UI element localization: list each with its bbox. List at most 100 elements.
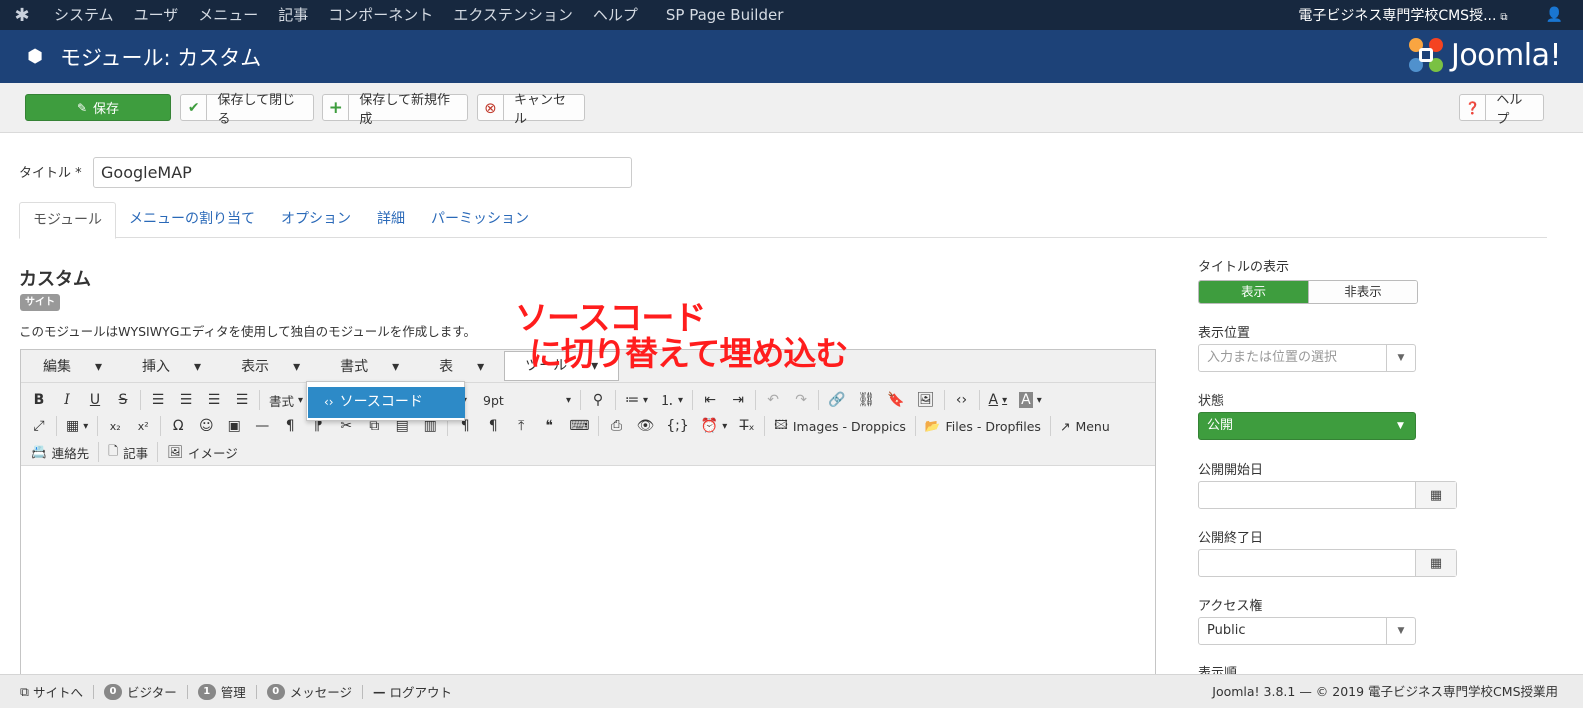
editor-content-area[interactable] xyxy=(21,467,1155,688)
align-right-icon[interactable]: ☰ xyxy=(200,388,228,412)
undo-icon[interactable]: ↶ xyxy=(759,388,787,412)
emoticon-icon[interactable]: ☺ xyxy=(192,414,220,438)
underline-icon[interactable]: U xyxy=(81,388,109,412)
menu-sp-page-builder[interactable]: SP Page Builder xyxy=(648,0,793,30)
show-option[interactable]: 表示 xyxy=(1199,281,1308,303)
indent-icon[interactable]: ⇥ xyxy=(724,388,752,412)
outdent-icon[interactable]: ⇤ xyxy=(696,388,724,412)
view-site-link[interactable]: ⧉ サイトへ xyxy=(10,683,94,700)
template-icon[interactable]: ⌨ xyxy=(563,414,595,438)
align-center-icon[interactable]: ☰ xyxy=(172,388,200,412)
menu-system[interactable]: システム xyxy=(44,0,124,30)
tab-permissions[interactable]: パーミッション xyxy=(418,202,542,238)
calendar-icon[interactable]: ▦ xyxy=(1415,550,1456,576)
fullscreen-icon[interactable]: ⤢ xyxy=(25,414,53,438)
joomla-icon[interactable]: ✱ xyxy=(0,0,44,30)
editor-menu-insert[interactable]: 挿入 ▾ xyxy=(122,356,221,376)
paste-icon[interactable]: ¶ xyxy=(276,414,304,438)
contact-button[interactable]: 📇 連絡先 xyxy=(25,440,95,464)
image-button[interactable]: 🖼 イメージ xyxy=(161,440,244,464)
top-navbar: ✱ システム ユーザ メニュー 記事 コンポーネント エクステンション ヘルプ … xyxy=(0,0,1583,30)
font-size-select[interactable]: 9pt ▾ xyxy=(477,388,577,412)
blockquote-icon[interactable]: ❝ xyxy=(535,414,563,438)
strikethrough-icon[interactable]: S xyxy=(109,388,137,412)
link-icon[interactable]: 🔗 xyxy=(822,388,851,412)
superscript-icon[interactable]: x² xyxy=(129,414,157,438)
logout-link[interactable]: — ログアウト xyxy=(363,684,462,700)
access-select[interactable]: Public ▼ xyxy=(1198,617,1416,645)
image-icon[interactable]: 🖼 xyxy=(911,388,941,412)
horizontal-rule-icon[interactable]: — xyxy=(248,414,276,438)
code-icon[interactable]: ‹› xyxy=(948,388,976,412)
redo-icon[interactable]: ↷ xyxy=(787,388,815,412)
image-label: イメージ xyxy=(188,445,238,461)
article-button[interactable]: 🗋 記事 xyxy=(102,440,154,464)
preview-icon[interactable]: 👁 xyxy=(630,414,660,438)
menu-button[interactable]: ↗ Menu xyxy=(1054,414,1116,438)
tab-menu-assignment[interactable]: メニューの割り当て xyxy=(116,202,268,238)
align-justify-icon[interactable]: ☰ xyxy=(228,388,256,412)
toolbar-divider xyxy=(914,416,916,436)
menu-extensions[interactable]: エクステンション xyxy=(443,0,583,30)
status-select[interactable]: 公開 ▼ xyxy=(1198,412,1416,440)
user-icon[interactable]: 👤 xyxy=(1526,7,1583,23)
editor-menu-view[interactable]: 表示 ▾ xyxy=(221,356,320,376)
cancel-button[interactable]: ⊗ キャンセル xyxy=(477,93,585,127)
site-link[interactable]: 電子ビジネス専門学校CMS授... ⧉ xyxy=(1298,5,1525,25)
tab-options[interactable]: オプション xyxy=(268,202,364,238)
publish-start-input[interactable]: ▦ xyxy=(1198,481,1457,509)
publish-end-input[interactable]: ▦ xyxy=(1198,549,1457,577)
position-select[interactable]: 入力または位置の選択 ▼ xyxy=(1198,344,1416,372)
menu-menus[interactable]: メニュー xyxy=(188,0,268,30)
bullet-list-icon[interactable]: ≔ ▾ xyxy=(619,388,654,412)
title-input[interactable]: GoogleMAP xyxy=(93,157,632,188)
visitors-link[interactable]: 0 ビジター xyxy=(94,683,188,700)
hide-option[interactable]: 非表示 xyxy=(1308,281,1417,303)
upload-icon[interactable]: ⤒ xyxy=(507,414,535,438)
wysiwyg-editor: 編集 ▾ 挿入 ▾ 表示 ▾ 書式 ▾ 表 ▾ ツール ▾ B I U S ☰ ☰ ☰ ☰ … xyxy=(20,349,1156,689)
editor-menu-view-label: 表示 xyxy=(241,359,270,375)
menu-users[interactable]: ユーザ xyxy=(124,0,189,30)
save-close-button[interactable]: ✔ 保存して閉じる xyxy=(180,93,314,127)
save-new-button[interactable]: + 保存して新規作成 xyxy=(322,93,468,127)
editor-menu-edit-label: 編集 xyxy=(43,359,71,375)
unlink-icon[interactable]: ⛓ xyxy=(852,388,882,412)
external-link-icon: ⧉ xyxy=(20,683,29,699)
subscript-icon[interactable]: x₂ xyxy=(101,414,129,438)
admins-link[interactable]: 1 管理 xyxy=(188,683,257,700)
caret-down-icon: ▾ xyxy=(95,359,103,375)
menu-help[interactable]: ヘルプ xyxy=(583,0,648,30)
images-droppics-button[interactable]: 🖾 Images - Droppics xyxy=(768,414,912,438)
datetime-icon[interactable]: ⏰ ▾ xyxy=(695,414,733,438)
visual-chars-icon[interactable]: ¶ xyxy=(479,414,507,438)
background-color-icon[interactable]: A ▾ xyxy=(1013,388,1048,412)
editor-menu-edit[interactable]: 編集 ▾ xyxy=(23,356,122,376)
tab-module[interactable]: モジュール xyxy=(19,202,117,239)
find-replace-icon[interactable]: ⚲ xyxy=(584,388,612,412)
calendar-icon[interactable]: ▦ xyxy=(1415,482,1456,508)
editor-menu-format[interactable]: 書式 ▾ xyxy=(320,356,419,376)
media-icon[interactable]: ▣ xyxy=(220,414,248,438)
help-button[interactable]: ❓ ヘルプ xyxy=(1459,93,1544,127)
messages-link[interactable]: 0 メッセージ xyxy=(257,683,363,700)
menu-components[interactable]: コンポーネント xyxy=(318,0,443,30)
special-char-icon[interactable]: Ω xyxy=(164,414,192,438)
align-left-icon[interactable]: ☰ xyxy=(144,388,172,412)
numbered-list-icon[interactable]: ⒈ ▾ xyxy=(654,388,689,412)
code-sample-icon[interactable]: {;} xyxy=(660,414,695,438)
bookmark-icon[interactable]: 🔖 xyxy=(881,388,910,412)
menu-content[interactable]: 記事 xyxy=(268,0,318,30)
table-icon[interactable]: ▦ ▾ xyxy=(60,414,94,438)
print-icon[interactable]: ⎙ xyxy=(602,414,630,438)
editor-menu-table[interactable]: 表 ▾ xyxy=(419,356,504,376)
status-label: 状態 xyxy=(1198,394,1225,409)
toolbar-divider xyxy=(157,442,159,462)
bold-icon[interactable]: B xyxy=(25,388,53,412)
tab-advanced[interactable]: 詳細 xyxy=(364,202,418,238)
clear-format-icon[interactable]: T̶ₓ xyxy=(733,414,761,438)
text-color-icon[interactable]: A ▾ xyxy=(983,388,1014,412)
italic-icon[interactable]: I xyxy=(53,388,81,412)
save-button[interactable]: ✎ 保存 xyxy=(25,94,171,121)
source-code-menu-item[interactable]: ‹› ソースコード xyxy=(308,387,465,418)
files-dropfiles-button[interactable]: 📂 Files - Dropfiles xyxy=(919,414,1047,438)
